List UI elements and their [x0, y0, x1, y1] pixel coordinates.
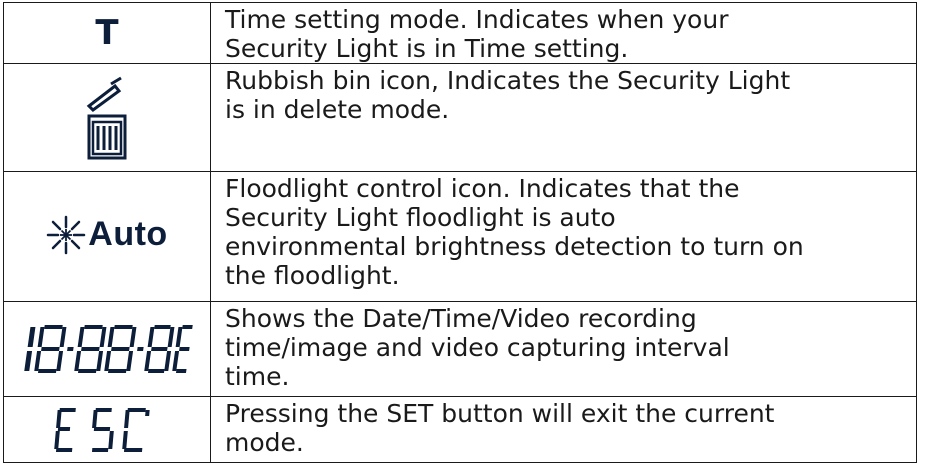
icon-cell: Auto	[3, 171, 211, 302]
icon-cell	[3, 396, 211, 463]
icon-cell	[3, 301, 211, 397]
icon-legend-table: T Time setting mode. Indicates when your…	[3, 2, 917, 463]
sun-burst-icon	[47, 215, 86, 254]
table-row: Pressing the SET button will exit the cu…	[3, 396, 917, 463]
row-description: Rubbish bin icon, Indicates the Security…	[225, 66, 791, 124]
rubbish-bin-icon	[86, 76, 127, 159]
table-row: Rubbish bin icon, Indicates the Security…	[3, 63, 917, 172]
description-cell: Shows the Date/Time/Video recording time…	[210, 301, 917, 397]
seven-segment-display-icon	[24, 325, 193, 373]
table-row: Shows the Date/Time/Video recording time…	[3, 301, 917, 397]
icon-cell	[3, 63, 211, 172]
esc-segment-icon	[54, 407, 150, 452]
icon-cell: T	[3, 2, 211, 64]
row-description: Floodlight control icon. Indicates that …	[225, 174, 804, 290]
description-cell: Time setting mode. Indicates when your S…	[210, 2, 917, 64]
floodlight-auto-icon: Auto	[46, 215, 167, 255]
auto-label: Auto	[88, 215, 168, 253]
table-row: Auto Floodlight control icon. Indicates …	[3, 171, 917, 302]
time-setting-t-icon: T	[95, 13, 119, 53]
table-row: T Time setting mode. Indicates when your…	[3, 2, 917, 64]
row-description: Shows the Date/Time/Video recording time…	[225, 304, 730, 391]
description-cell: Rubbish bin icon, Indicates the Security…	[210, 63, 917, 172]
description-cell: Floodlight control icon. Indicates that …	[210, 171, 917, 302]
description-cell: Pressing the SET button will exit the cu…	[210, 396, 917, 463]
row-description: Time setting mode. Indicates when your S…	[225, 5, 729, 63]
row-description: Pressing the SET button will exit the cu…	[225, 399, 775, 457]
